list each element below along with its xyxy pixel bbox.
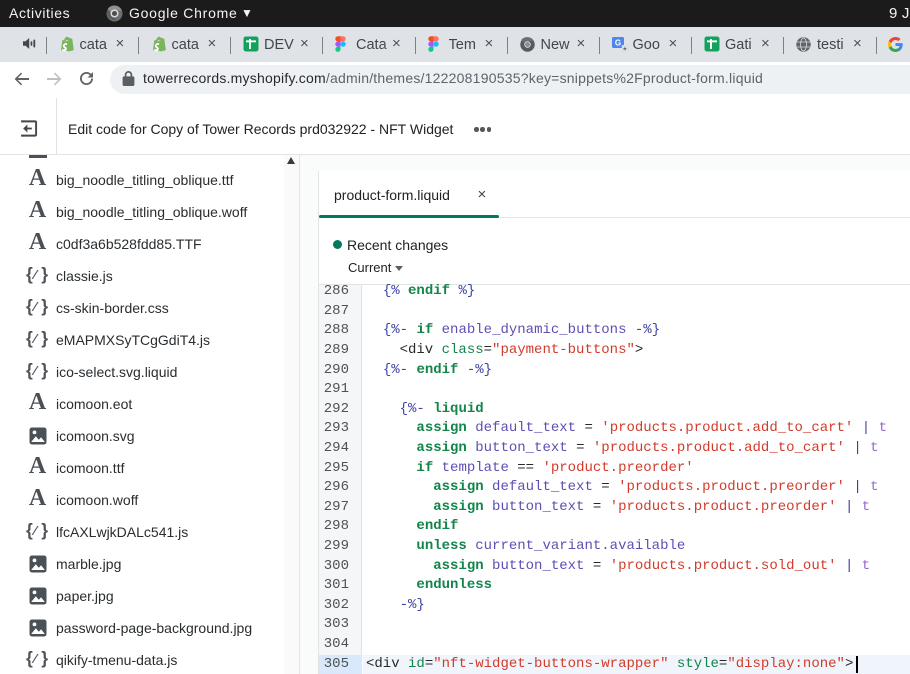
svg-text:G: G: [614, 39, 620, 48]
svg-text:★: ★: [622, 45, 627, 52]
